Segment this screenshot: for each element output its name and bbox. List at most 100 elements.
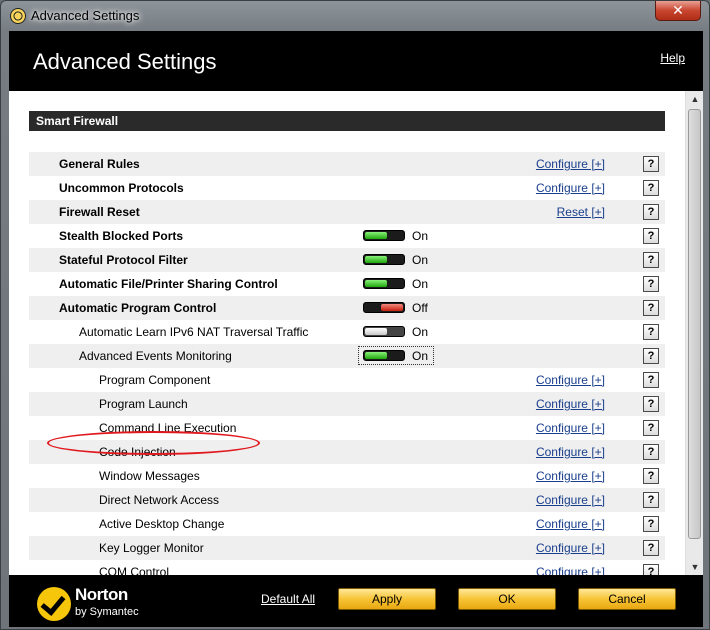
toggle-switch[interactable]: [363, 254, 405, 265]
settings-row: Firewall Reset Reset [+]?: [29, 200, 665, 224]
toggle-indicator: [365, 256, 387, 263]
help-icon[interactable]: ?: [643, 156, 659, 172]
toggle-switch[interactable]: [363, 230, 405, 241]
toggle-state-label: On: [412, 277, 429, 291]
help-icon[interactable]: ?: [643, 348, 659, 364]
toggle-switch[interactable]: [363, 302, 405, 313]
setting-label: Automatic Learn IPv6 NAT Traversal Traff…: [79, 325, 309, 339]
help-icon[interactable]: ?: [643, 540, 659, 556]
settings-row: Stealth Blocked Ports On?: [29, 224, 665, 248]
configure-link[interactable]: Configure [+]: [536, 541, 605, 555]
setting-label: Stealth Blocked Ports: [59, 229, 184, 243]
settings-row: Automatic Learn IPv6 NAT Traversal Traff…: [29, 320, 665, 344]
setting-label: Advanced Events Monitoring: [79, 349, 232, 363]
settings-row: Advanced Events Monitoring On?: [29, 344, 665, 368]
setting-label: Key Logger Monitor: [99, 541, 204, 555]
settings-row: Automatic Program Control Off?: [29, 296, 665, 320]
cancel-button[interactable]: Cancel: [578, 588, 676, 610]
configure-link[interactable]: Reset [+]: [557, 205, 605, 219]
norton-checkmark-logo-icon: [37, 587, 71, 621]
setting-label: Window Messages: [99, 469, 200, 483]
help-link[interactable]: Help: [660, 51, 685, 65]
setting-label: Program Launch: [99, 397, 188, 411]
help-icon[interactable]: ?: [643, 324, 659, 340]
toggle-state-label: On: [412, 325, 429, 339]
toggle-state-label: Off: [412, 301, 428, 315]
symantec-logo-text: by Symantec: [75, 606, 139, 618]
toggle-state-label: On: [412, 253, 429, 267]
help-icon[interactable]: ?: [643, 252, 659, 268]
setting-label: Program Component: [99, 373, 211, 387]
vertical-scrollbar[interactable]: ▲ ▼: [685, 91, 703, 575]
toggle-state-label: On: [412, 229, 429, 243]
help-icon[interactable]: ?: [643, 444, 659, 460]
apply-button[interactable]: Apply: [338, 588, 436, 610]
configure-link[interactable]: Configure [+]: [536, 397, 605, 411]
setting-label: COM Control: [99, 565, 170, 575]
help-icon[interactable]: ?: [643, 516, 659, 532]
toggle-indicator: [381, 304, 403, 311]
settings-row: Window Messages Configure [+]?: [29, 464, 665, 488]
configure-link[interactable]: Configure [+]: [536, 493, 605, 507]
configure-link[interactable]: Configure [+]: [536, 157, 605, 171]
configure-link[interactable]: Configure [+]: [536, 517, 605, 531]
settings-row: Stateful Protocol Filter On?: [29, 248, 665, 272]
help-icon[interactable]: ?: [643, 492, 659, 508]
section-header-smart-firewall: Smart Firewall: [29, 111, 665, 131]
settings-row: Automatic File/Printer Sharing Control On…: [29, 272, 665, 296]
default-all-link[interactable]: Default All: [261, 592, 315, 606]
help-icon[interactable]: ?: [643, 420, 659, 436]
configure-link[interactable]: Configure [+]: [536, 469, 605, 483]
page-header: Advanced Settings Help: [9, 31, 703, 91]
settings-row: Program Launch Configure [+]?: [29, 392, 665, 416]
settings-row: Code Injection Configure [+]?: [29, 440, 665, 464]
help-icon[interactable]: ?: [643, 300, 659, 316]
footer-bar: Norton by Symantec Default All Apply OK …: [9, 575, 703, 627]
settings-row: General Rules Configure [+]?: [29, 152, 665, 176]
setting-label: Firewall Reset: [59, 205, 140, 219]
toggle-switch[interactable]: [363, 350, 405, 361]
toggle-indicator: [365, 280, 387, 287]
settings-row: Active Desktop Change Configure [+]?: [29, 512, 665, 536]
settings-list: General Rules Configure [+]? Uncommon Prot…: [29, 152, 665, 575]
title-bar[interactable]: Advanced Settings ✕: [1, 1, 709, 31]
help-icon[interactable]: ?: [643, 372, 659, 388]
settings-row: Key Logger Monitor Configure [+]?: [29, 536, 665, 560]
settings-row: Program Component Configure [+]?: [29, 368, 665, 392]
configure-link[interactable]: Configure [+]: [536, 565, 605, 575]
help-icon[interactable]: ?: [643, 204, 659, 220]
setting-label: Command Line Execution: [99, 421, 237, 435]
scroll-up-arrow-icon[interactable]: ▲: [686, 91, 704, 107]
norton-app-icon: [10, 8, 26, 24]
setting-label: Uncommon Protocols: [59, 181, 184, 195]
norton-logo-text: Norton: [75, 585, 128, 604]
setting-label: Automatic Program Control: [59, 301, 217, 315]
toggle-state-label: On: [412, 349, 429, 363]
help-icon[interactable]: ?: [643, 228, 659, 244]
help-icon[interactable]: ?: [643, 564, 659, 575]
setting-label: Code Injection: [99, 445, 176, 459]
help-icon[interactable]: ?: [643, 180, 659, 196]
settings-row: Uncommon Protocols Configure [+]?: [29, 176, 665, 200]
scroll-thumb[interactable]: [688, 109, 701, 539]
configure-link[interactable]: Configure [+]: [536, 373, 605, 387]
help-icon[interactable]: ?: [643, 276, 659, 292]
toggle-switch[interactable]: [363, 278, 405, 289]
help-icon[interactable]: ?: [643, 468, 659, 484]
toggle-switch[interactable]: [363, 326, 405, 337]
help-icon[interactable]: ?: [643, 396, 659, 412]
configure-link[interactable]: Configure [+]: [536, 421, 605, 435]
close-button[interactable]: ✕: [655, 1, 701, 21]
advanced-settings-window: Advanced Settings ✕ Advanced Settings He…: [0, 0, 710, 630]
configure-link[interactable]: Configure [+]: [536, 445, 605, 459]
scroll-down-arrow-icon[interactable]: ▼: [686, 559, 704, 575]
ok-button[interactable]: OK: [458, 588, 556, 610]
settings-content: Smart Firewall General Rules Configure [+…: [9, 91, 685, 575]
configure-link[interactable]: Configure [+]: [536, 181, 605, 195]
setting-label: Direct Network Access: [99, 493, 220, 507]
setting-label: Stateful Protocol Filter: [59, 253, 188, 267]
window-title: Advanced Settings: [31, 8, 140, 23]
setting-label: General Rules: [59, 157, 140, 171]
settings-row: COM Control Configure [+]?: [29, 560, 665, 575]
setting-label: Active Desktop Change: [99, 517, 225, 531]
